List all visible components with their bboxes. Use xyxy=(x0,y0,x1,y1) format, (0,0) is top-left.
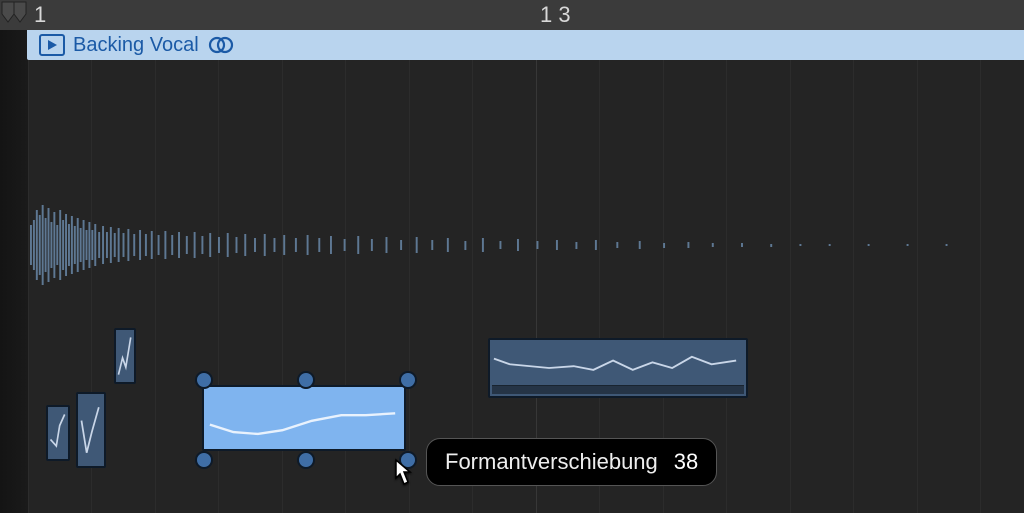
play-icon xyxy=(39,34,65,56)
note-handle-top-center[interactable] xyxy=(297,371,315,389)
tooltip-label: Formantverschiebung xyxy=(445,449,658,475)
flex-pitch-note-selected[interactable] xyxy=(202,385,406,451)
region-name-label: Backing Vocal xyxy=(73,34,199,57)
note-handle-bottom-left[interactable] xyxy=(195,451,213,469)
timeline-ruler[interactable]: 1 1 3 xyxy=(0,0,1024,31)
audio-editor: 1 1 3 Backing Vocal xyxy=(0,0,1024,513)
ruler-label-bar1-beat3: 1 3 xyxy=(540,2,571,28)
track-lane[interactable]: Formantverschiebung 38 xyxy=(28,60,1024,513)
note-handle-bottom-center[interactable] xyxy=(297,451,315,469)
region-header[interactable]: Backing Vocal xyxy=(27,30,1024,60)
note-handle-top-right[interactable] xyxy=(399,371,417,389)
note-handle-formant[interactable] xyxy=(399,451,417,469)
flex-pitch-note[interactable] xyxy=(46,405,70,461)
ruler-label-bar1: 1 xyxy=(34,2,46,28)
tooltip-value: 38 xyxy=(674,449,698,475)
note-handle-top-left[interactable] xyxy=(195,371,213,389)
flex-pitch-note[interactable] xyxy=(76,392,106,468)
flex-pitch-note[interactable] xyxy=(488,338,748,398)
playhead-marker[interactable] xyxy=(0,0,30,30)
parameter-tooltip: Formantverschiebung 38 xyxy=(426,438,717,486)
flex-pitch-note[interactable] xyxy=(114,328,136,384)
stereo-icon xyxy=(207,36,235,54)
audio-waveform xyxy=(30,200,1004,290)
track-gutter xyxy=(0,30,29,513)
